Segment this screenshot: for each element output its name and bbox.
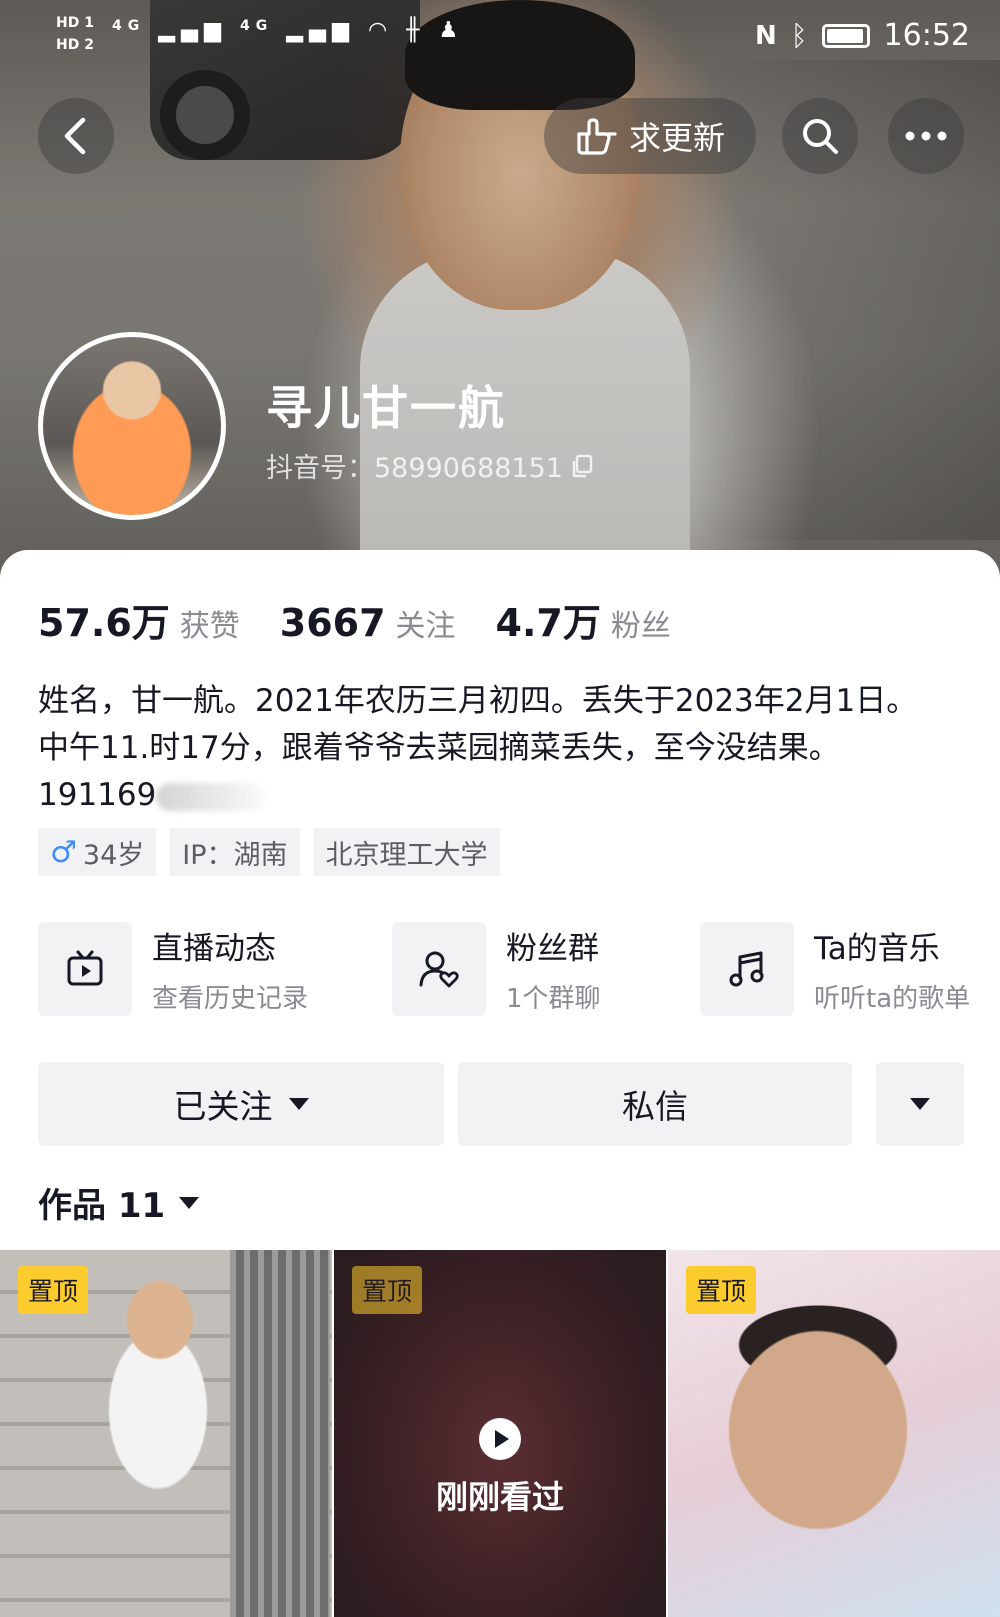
followed-label: 已关注 bbox=[173, 1087, 273, 1126]
more-button[interactable] bbox=[888, 98, 964, 174]
feature-subtitle: 查看历史记录 bbox=[152, 984, 309, 1014]
bio-phone-partial: 191169 bbox=[38, 777, 157, 813]
network-label-2: 4G bbox=[240, 18, 274, 34]
search-icon bbox=[803, 119, 838, 154]
works-grid: 置顶 置顶 刚刚看过 置顶 bbox=[0, 1250, 1000, 1617]
more-dots-icon bbox=[905, 131, 947, 141]
tag-ip: IP：湖南 bbox=[170, 828, 300, 876]
stat-label: 获赞 bbox=[179, 609, 240, 644]
video-thumbnail[interactable]: 置顶 刚刚看过 bbox=[334, 1250, 666, 1617]
more-actions-button[interactable] bbox=[876, 1062, 964, 1146]
just-watched-label: 刚刚看过 bbox=[435, 1478, 564, 1516]
caret-down-icon bbox=[179, 1196, 200, 1209]
battery-icon bbox=[821, 23, 870, 48]
profile-info-sheet: 57.6万 获赞 3667 关注 4.7万 粉丝 姓名，甘一航。2021年农历三… bbox=[0, 550, 1000, 1617]
message-button[interactable]: 私信 bbox=[458, 1062, 852, 1146]
tag-age-label: 34岁 bbox=[82, 839, 145, 871]
copy-icon[interactable] bbox=[571, 454, 593, 478]
douyin-id-text: 抖音号：58990688151 bbox=[266, 453, 563, 484]
tv-icon bbox=[67, 950, 103, 986]
tag-gender-age: ♂ 34岁 bbox=[38, 828, 157, 876]
search-button[interactable] bbox=[782, 98, 858, 174]
tag-ip-label: IP：湖南 bbox=[182, 839, 288, 871]
followed-button[interactable]: 已关注 bbox=[38, 1062, 444, 1146]
feature-title: 直播动态 bbox=[152, 931, 276, 967]
signal-icons: 4G ▂▄▆ 4G ▂▄▆ ◠ ╫ ♟ bbox=[112, 18, 464, 43]
stats-row: 57.6万 获赞 3667 关注 4.7万 粉丝 bbox=[38, 592, 711, 647]
voice-wave-icon: ╫ bbox=[406, 18, 426, 43]
wifi-icon: ◠ bbox=[368, 18, 394, 43]
stat-value: 3667 bbox=[279, 601, 386, 645]
nfc-icon: N bbox=[754, 20, 777, 51]
network-label: 4G bbox=[112, 18, 146, 34]
pinned-badge: 置顶 bbox=[686, 1266, 757, 1314]
profile-tags: ♂ 34岁 IP：湖南 北京理工大学 bbox=[38, 828, 500, 876]
notification-bell-icon: ♟ bbox=[438, 18, 465, 43]
tag-school[interactable]: 北京理工大学 bbox=[313, 828, 500, 876]
feature-entries: 直播动态 查看历史记录 粉丝群 1个群聊 Ta的音乐 听听ta的歌单 bbox=[38, 922, 978, 1018]
bluetooth-icon: ᛒ bbox=[790, 19, 808, 52]
bio-line: 中午11.时17分，跟着爷爷去菜园摘菜丢失，至今没结果。 bbox=[38, 730, 840, 766]
fan-group-icon bbox=[419, 951, 459, 988]
feature-title: Ta的音乐 bbox=[814, 931, 940, 967]
feature-music[interactable]: Ta的音乐 听听ta的歌单 bbox=[700, 922, 970, 1016]
profile-name: 寻儿甘一航 bbox=[266, 381, 506, 435]
message-label: 私信 bbox=[622, 1087, 688, 1126]
redacted-blur bbox=[156, 782, 267, 811]
feature-live-history[interactable]: 直播动态 查看历史记录 bbox=[38, 922, 308, 1016]
douyin-id[interactable]: 抖音号：58990688151 bbox=[266, 446, 593, 485]
action-buttons: 已关注 私信 bbox=[38, 1062, 964, 1146]
back-button[interactable] bbox=[38, 98, 114, 174]
male-icon: ♂ bbox=[50, 834, 77, 870]
hand-point-icon bbox=[577, 118, 617, 155]
stat-likes[interactable]: 57.6万 获赞 bbox=[38, 592, 240, 647]
request-update-button[interactable]: 求更新 bbox=[544, 98, 756, 174]
works-tab[interactable]: 作品 11 bbox=[38, 1178, 200, 1227]
avatar[interactable] bbox=[38, 332, 226, 520]
video-thumbnail[interactable]: 置顶 bbox=[0, 1250, 332, 1617]
pinned-badge: 置顶 bbox=[352, 1266, 423, 1314]
caret-down-icon bbox=[910, 1098, 930, 1110]
stat-label: 关注 bbox=[395, 609, 456, 644]
feature-fan-group[interactable]: 粉丝群 1个群聊 bbox=[392, 922, 601, 1016]
music-note-icon bbox=[729, 951, 764, 987]
sim1-label: HD 1 bbox=[56, 15, 94, 31]
sim2-label: HD 2 bbox=[56, 37, 94, 54]
request-update-label: 求更新 bbox=[628, 119, 725, 157]
stat-value: 57.6万 bbox=[38, 601, 170, 645]
stat-label: 粉丝 bbox=[610, 609, 671, 644]
tag-school-label: 北京理工大学 bbox=[325, 839, 488, 871]
profile-bio: 姓名，甘一航。2021年农历三月初四。丢失于2023年2月1日。 中午11.时1… bbox=[38, 678, 968, 819]
works-tab-label: 作品 11 bbox=[38, 1186, 166, 1226]
signal-icon: ▂▄▆ bbox=[158, 18, 227, 43]
feature-subtitle: 听听ta的歌单 bbox=[814, 984, 971, 1014]
pinned-badge: 置顶 bbox=[18, 1266, 89, 1314]
status-bar: HD 1 HD 2 4G ▂▄▆ 4G ▂▄▆ ◠ ╫ ♟ N ᛒ 16:52 bbox=[0, 0, 1000, 80]
bio-line: 姓名，甘一航。2021年农历三月初四。丢失于2023年2月1日。 bbox=[38, 683, 918, 719]
video-thumbnail[interactable]: 置顶 bbox=[668, 1250, 1000, 1617]
feature-subtitle: 1个群聊 bbox=[506, 984, 601, 1014]
signal-icon-2: ▂▄▆ bbox=[286, 18, 355, 43]
status-time: 16:52 bbox=[883, 18, 970, 53]
just-watched-overlay: 刚刚看过 bbox=[334, 1418, 666, 1518]
caret-down-icon bbox=[288, 1098, 309, 1110]
stat-followers[interactable]: 4.7万 粉丝 bbox=[496, 592, 671, 647]
stat-following[interactable]: 3667 关注 bbox=[280, 601, 456, 645]
chevron-left-icon bbox=[64, 117, 86, 155]
feature-title: 粉丝群 bbox=[506, 931, 599, 967]
play-icon bbox=[479, 1418, 521, 1460]
stat-value: 4.7万 bbox=[495, 601, 601, 645]
